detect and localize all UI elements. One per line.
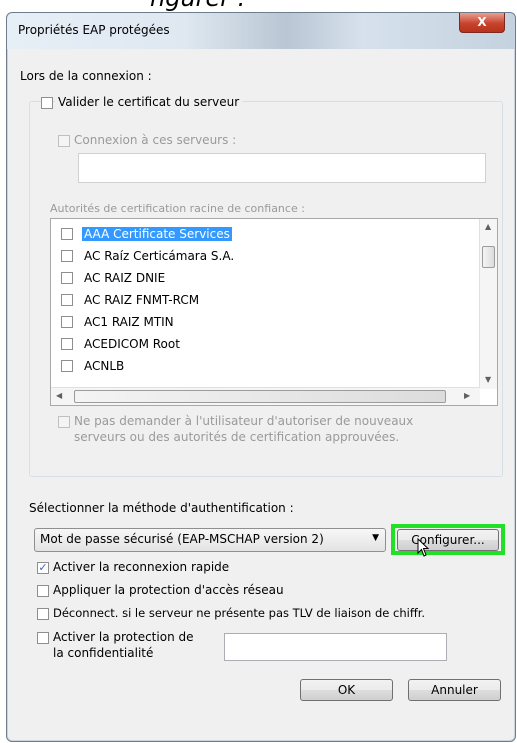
nap-label: Appliquer la protection d'accès réseau (53, 583, 284, 597)
horizontal-scroll-thumb[interactable] (74, 390, 446, 403)
fast-reconnect-label: Activer la reconnexion rapide (53, 560, 230, 574)
vertical-scroll-thumb[interactable] (482, 246, 495, 268)
vertical-scrollbar[interactable]: ▲ ▼ (479, 219, 497, 389)
dropdown-arrow-icon[interactable]: ▼ (372, 533, 379, 543)
cert-list-item[interactable]: AC Raíz Certicámara S.A. (56, 246, 476, 266)
auth-method-label: Sélectionner la méthode d'authentificati… (29, 501, 294, 515)
section-connect-label: Lors de la connexion : (20, 69, 152, 83)
identity-privacy-checkbox[interactable] (37, 632, 49, 644)
cert-list-item[interactable]: AC1 RAIZ MTIN (56, 312, 476, 332)
background-caption-fragment: ngurer : (150, 0, 246, 12)
cert-label: AC Raíz Certicámara S.A. (84, 249, 235, 263)
identity-privacy-label-line1: Activer la protection de (53, 630, 194, 644)
cert-label: AC RAIZ DNIE (84, 271, 166, 285)
cert-list-item[interactable]: ACNLB (56, 356, 476, 376)
window-title: Propriétés EAP protégées (18, 23, 170, 37)
scroll-left-icon[interactable]: ◀ (56, 391, 62, 400)
cert-checkbox[interactable] (61, 272, 73, 284)
connect-servers-label: Connexion à ces serveurs : (74, 133, 237, 147)
no-prompt-label-line1: Ne pas demander à l'utilisateur d'autori… (74, 414, 414, 428)
close-button[interactable]: X (459, 13, 505, 33)
cert-checkbox[interactable] (61, 294, 73, 306)
cert-checkbox[interactable] (61, 338, 73, 350)
cert-checkbox[interactable] (61, 316, 73, 328)
cert-listbox[interactable]: AAA Certificate Services AC Raíz Certicá… (50, 218, 498, 406)
title-bar[interactable]: Propriétés EAP protégées X (7, 13, 515, 49)
connect-servers-checkbox[interactable] (58, 135, 70, 147)
cert-list-item[interactable]: AAA Certificate Services (56, 224, 476, 244)
scroll-up-icon[interactable]: ▲ (485, 222, 491, 231)
scroll-right-icon[interactable]: ▶ (464, 391, 470, 400)
cert-checkbox[interactable] (61, 250, 73, 262)
cert-checkbox[interactable] (61, 360, 73, 372)
scroll-down-icon[interactable]: ▼ (485, 375, 491, 384)
servers-input[interactable] (78, 153, 486, 183)
fast-reconnect-checkbox[interactable]: ✓ (37, 562, 49, 574)
no-prompt-label-line2: serveurs ou des autorités de certificati… (74, 430, 400, 444)
cert-checkbox[interactable] (61, 228, 73, 240)
disconnect-tlv-label: Déconnect. si le serveur ne présente pas… (53, 606, 426, 620)
eap-properties-dialog: Propriétés EAP protégées X Lors de la co… (6, 12, 516, 742)
identity-input[interactable] (224, 633, 447, 661)
identity-privacy-label-line2: la confidentialité (53, 646, 154, 660)
ok-button[interactable]: OK (300, 679, 393, 701)
auth-method-value: Mot de passe sécurisé (EAP-MSCHAP versio… (40, 532, 324, 546)
validate-cert-checkbox[interactable] (41, 97, 53, 109)
auth-method-select[interactable]: Mot de passe sécurisé (EAP-MSCHAP versio… (34, 528, 386, 552)
disconnect-tlv-checkbox[interactable] (37, 608, 49, 620)
trusted-roots-label: Autorités de certification racine de con… (50, 202, 305, 215)
cert-label: AC1 RAIZ MTIN (84, 315, 174, 329)
cert-label: AC RAIZ FNMT-RCM (84, 293, 200, 307)
cert-list-item[interactable]: ACEDICOM Root (56, 334, 476, 354)
mouse-pointer-icon (417, 538, 430, 557)
cert-list-item[interactable]: AC RAIZ FNMT-RCM (56, 290, 476, 310)
cert-label: ACEDICOM Root (84, 337, 180, 351)
cancel-button[interactable]: Annuler (408, 679, 501, 701)
cert-label: ACNLB (84, 359, 125, 373)
nap-checkbox[interactable] (37, 585, 49, 597)
cert-list-item[interactable]: AC RAIZ DNIE (56, 268, 476, 288)
no-prompt-checkbox[interactable] (58, 416, 70, 428)
configure-button[interactable]: Configurer... (397, 529, 499, 551)
horizontal-scrollbar[interactable]: ◀ ▶ (51, 387, 480, 405)
validate-cert-label: Valider le certificat du serveur (55, 95, 243, 109)
cert-label: AAA Certificate Services (82, 227, 232, 241)
